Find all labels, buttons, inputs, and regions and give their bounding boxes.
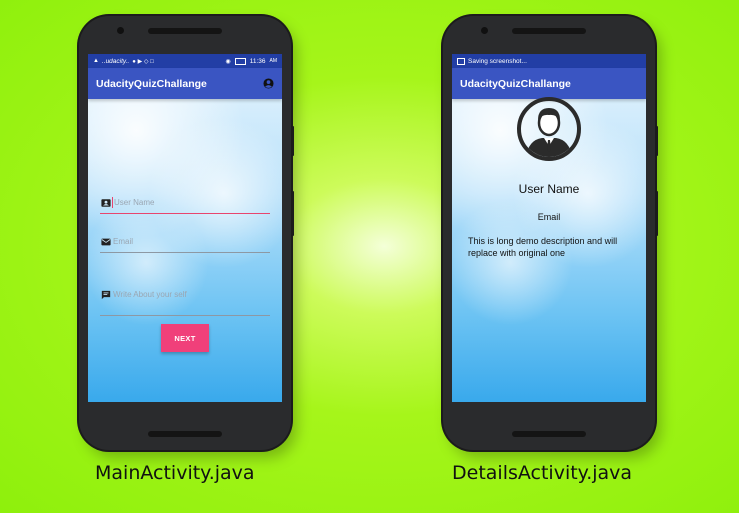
headphone-icon: ◉ bbox=[225, 58, 231, 65]
details-user-name: User Name bbox=[518, 182, 580, 196]
user-name-underline bbox=[100, 212, 270, 214]
email-underline bbox=[100, 252, 270, 253]
about-field[interactable]: Write About your self bbox=[100, 286, 270, 316]
top-speaker bbox=[148, 28, 222, 34]
app-title: UdacityQuizChallange bbox=[96, 77, 207, 90]
next-button[interactable]: NEXT bbox=[161, 324, 209, 352]
power-button bbox=[655, 191, 658, 236]
power-button bbox=[291, 191, 294, 236]
front-camera bbox=[481, 27, 488, 34]
details-email: Email bbox=[537, 212, 561, 222]
details-screen: Saving screenshot... UdacityQuizChallang… bbox=[452, 54, 646, 402]
main-activity-phone: ▲ ..udacity.. ● ▶ ◇ □ ◉ 11:36 AM Udacity… bbox=[79, 16, 294, 450]
mail-icon bbox=[101, 238, 111, 246]
app-title: UdacityQuizChallange bbox=[460, 77, 571, 90]
status-bar: Saving screenshot... bbox=[452, 54, 646, 68]
app-bar: UdacityQuizChallange bbox=[452, 68, 646, 99]
about-placeholder: Write About your self bbox=[113, 290, 187, 299]
front-camera bbox=[117, 27, 124, 34]
user-name-placeholder: User Name bbox=[114, 198, 155, 207]
app-bar: UdacityQuizChallange bbox=[88, 68, 282, 99]
details-description: This is long demo description and will r… bbox=[468, 236, 618, 258]
message-icon bbox=[101, 290, 111, 300]
status-carrier: ..udacity.. bbox=[101, 57, 130, 65]
status-ampm: AM bbox=[269, 58, 278, 64]
status-notification: Saving screenshot... bbox=[468, 57, 527, 65]
details-activity-caption: DetailsActivity.java bbox=[452, 462, 633, 484]
account-circle-icon[interactable] bbox=[263, 78, 274, 89]
status-time: 11:36 bbox=[249, 57, 266, 65]
volume-button bbox=[655, 126, 658, 156]
contact-card-icon bbox=[101, 199, 111, 207]
text-cursor bbox=[112, 197, 113, 208]
volume-button bbox=[291, 126, 294, 156]
screenshot-icon bbox=[457, 57, 465, 65]
main-screen: ▲ ..udacity.. ● ▶ ◇ □ ◉ 11:36 AM Udacity… bbox=[88, 54, 282, 402]
top-speaker bbox=[512, 28, 586, 34]
email-placeholder: Email bbox=[113, 237, 134, 246]
main-activity-caption: MainActivity.java bbox=[95, 462, 255, 484]
status-bar: ▲ ..udacity.. ● ▶ ◇ □ ◉ 11:36 AM bbox=[88, 54, 282, 68]
email-field[interactable]: Email bbox=[100, 233, 270, 253]
signal-icon: ▲ bbox=[93, 58, 99, 64]
user-name-field[interactable]: User Name bbox=[100, 194, 270, 214]
notification-icons: ● ▶ ◇ □ bbox=[132, 58, 154, 65]
bottom-speaker bbox=[512, 431, 586, 437]
details-activity-phone: Saving screenshot... UdacityQuizChallang… bbox=[443, 16, 658, 450]
person-avatar-icon bbox=[517, 97, 581, 161]
battery-icon bbox=[234, 57, 246, 65]
about-underline bbox=[100, 315, 270, 316]
bottom-speaker bbox=[148, 431, 222, 437]
